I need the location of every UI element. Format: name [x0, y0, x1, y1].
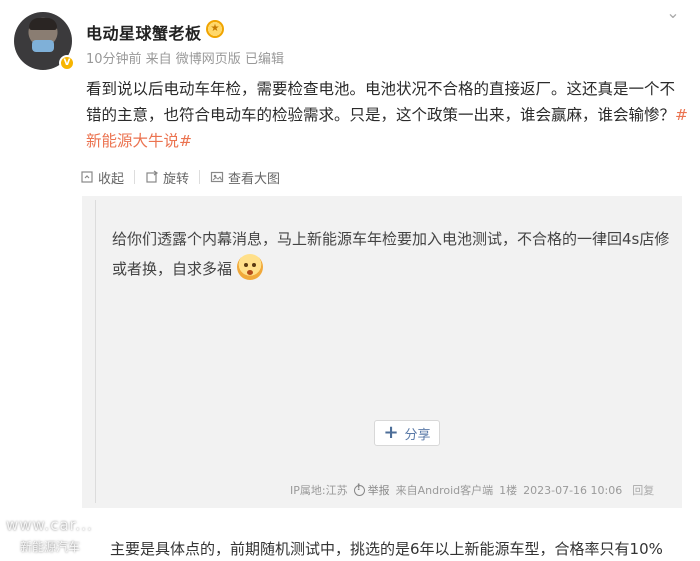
rotate-label: 旋转	[163, 171, 190, 187]
floor-number: 1楼	[499, 484, 518, 497]
comment-footer: IP属地:江苏 举报 来自Android客户端 1楼 2023-07-16 10…	[290, 482, 654, 498]
plus-icon: +	[383, 422, 399, 443]
bottom-caption: 主要是具体点的，前期随机测试中，挑选的是6年以上新能源车型，合格率只有10%	[110, 540, 663, 558]
watermark-line1: www.car...	[6, 516, 93, 534]
ip-location: IP属地:江苏	[290, 484, 348, 497]
verified-badge: V	[59, 55, 75, 71]
view-large-icon	[210, 171, 224, 183]
quote-divider	[95, 200, 96, 503]
surprised-emoji-icon	[236, 254, 263, 280]
watermark: www.car... 新能源汽车	[6, 516, 126, 560]
post-body-text: 看到说以后电动车年检，需要检查电池。电池状况不合格的直接返厂。这还真是一个不错的…	[86, 80, 676, 124]
view-large-label: 查看大图	[228, 171, 281, 187]
report-label: 举报	[367, 484, 390, 497]
collapse-button[interactable]: 收起	[80, 168, 124, 187]
share-button[interactable]: + 分享	[374, 420, 440, 446]
share-label: 分享	[404, 427, 431, 443]
toolbar-divider	[199, 170, 201, 184]
view-large-button[interactable]: 查看大图	[210, 168, 280, 187]
post-header: V 电动星球蟹老板 ★ 10分钟前 来自 微博网页版 已编辑 ⌄	[0, 0, 700, 78]
comment-time: 2023-07-16 10:06	[523, 483, 623, 497]
report-icon	[353, 483, 365, 496]
rotate-icon	[146, 170, 159, 183]
report-button[interactable]: 举报	[353, 482, 390, 498]
watermark-line2: 新能源汽车	[20, 540, 81, 554]
quoted-text: 给你们透露个内幕消息，马上新能源车年检要加入电池测试，不合格的一律回4s店修或者…	[112, 230, 670, 278]
rotate-button[interactable]: 旋转	[145, 168, 189, 187]
collapse-label: 收起	[98, 171, 125, 187]
crown-icon: ★	[206, 20, 224, 38]
toolbar-divider	[134, 170, 136, 184]
more-icon[interactable]: ⌄	[662, 5, 684, 24]
quoted-comment: 给你们透露个内幕消息，马上新能源车年检要加入电池测试，不合格的一律回4s店修或者…	[112, 224, 672, 284]
image-toolbar: 收起 旋转 查看大图	[80, 164, 280, 190]
collapse-icon	[81, 171, 93, 183]
post-meta: 10分钟前 来自 微博网页版 已编辑	[86, 52, 284, 67]
post-body: 看到说以后电动车年检，需要检查电池。电池状况不合格的直接返厂。这还真是一个不错的…	[86, 76, 690, 154]
avatar-mask	[32, 40, 54, 52]
client-source: 来自Android客户端	[395, 484, 494, 497]
avatar-hair	[29, 18, 57, 30]
reply-link[interactable]: 回复	[632, 482, 654, 498]
author-name[interactable]: 电动星球蟹老板	[86, 20, 202, 44]
